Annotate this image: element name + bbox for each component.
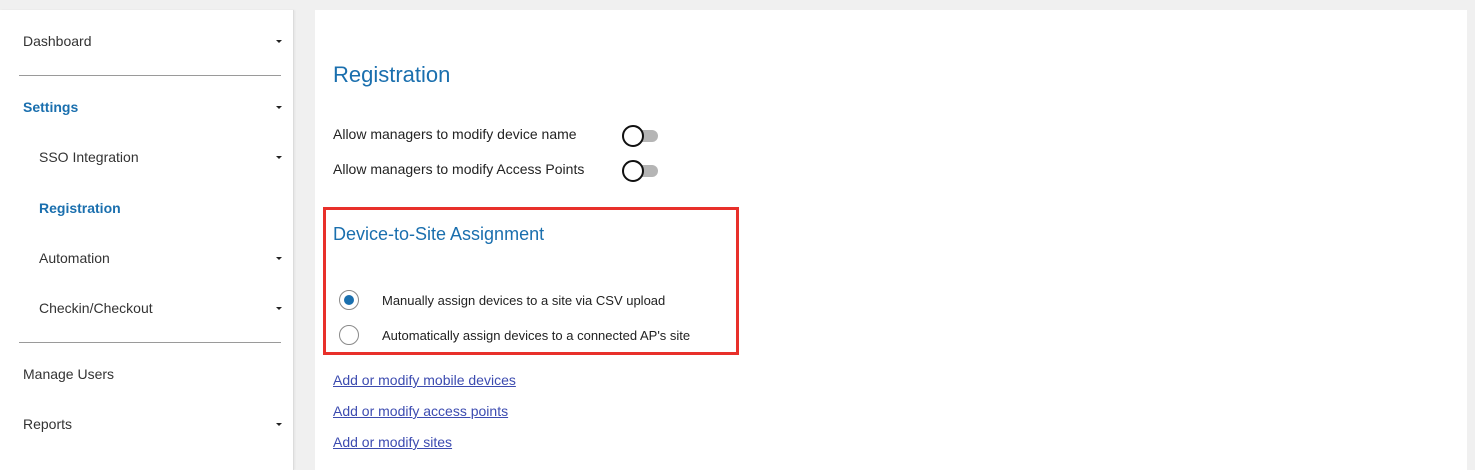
toggle-row-access-points: Allow managers to modify Access Points (333, 158, 584, 180)
section-title: Device-to-Site Assignment (333, 224, 545, 244)
link-mobile-devices[interactable]: Add or modify mobile devices (333, 372, 516, 388)
sidebar-item-dashboard[interactable]: Dashboard (0, 26, 293, 56)
sidebar-divider (19, 75, 281, 76)
sidebar-item-registration[interactable]: Registration (0, 193, 293, 223)
sidebar-item-label: Settings (23, 99, 79, 115)
sidebar-item-automation[interactable]: Automation (0, 243, 293, 273)
caret-down-icon (276, 155, 282, 159)
toggle-label: Allow managers to modify Access Points (333, 161, 585, 177)
radio-button-selected[interactable] (339, 290, 359, 310)
radio-label: Manually assign devices to a site via CS… (382, 292, 666, 308)
sidebar-item-reports[interactable]: Reports (0, 409, 293, 439)
radio-option-manual-csv[interactable]: Manually assign devices to a site via CS… (339, 288, 665, 312)
radio-label: Automatically assign devices to a connec… (382, 327, 691, 343)
caret-down-icon (276, 105, 282, 109)
sidebar-item-label: Automation (39, 250, 110, 266)
sidebar-item-settings[interactable]: Settings (0, 92, 293, 122)
link-access-points[interactable]: Add or modify access points (333, 403, 508, 419)
toggle-label: Allow managers to modify device name (333, 126, 577, 142)
caret-down-icon (276, 422, 282, 426)
sidebar-divider (19, 342, 281, 343)
caret-down-icon (276, 256, 282, 260)
sidebar-item-label: Registration (39, 200, 121, 216)
caret-down-icon (276, 39, 282, 43)
radio-option-auto-ap[interactable]: Automatically assign devices to a connec… (339, 323, 690, 347)
sidebar-item-label: Reports (23, 416, 73, 432)
device-name-toggle[interactable] (622, 125, 658, 147)
link-sites[interactable]: Add or modify sites (333, 434, 452, 450)
sidebar-item-label: Checkin/Checkout (39, 300, 153, 316)
radio-button[interactable] (339, 325, 359, 345)
sidebar-item-manage-users[interactable]: Manage Users (0, 359, 293, 389)
sidebar-item-label: Dashboard (23, 33, 92, 49)
sidebar-item-checkin-checkout[interactable]: Checkin/Checkout (0, 293, 293, 323)
sidebar: Dashboard Settings SSO Integration Regis… (0, 10, 294, 470)
caret-down-icon (276, 306, 282, 310)
sidebar-item-label: SSO Integration (39, 149, 139, 165)
main-content: Registration Allow managers to modify de… (315, 10, 1467, 470)
sidebar-item-label: Manage Users (23, 366, 115, 382)
page-title: Registration (333, 62, 451, 87)
toggle-knob (622, 160, 644, 182)
sidebar-item-sso-integration[interactable]: SSO Integration (0, 142, 293, 172)
access-points-toggle[interactable] (622, 160, 658, 182)
toggle-row-device-name: Allow managers to modify device name (333, 123, 577, 145)
toggle-knob (622, 125, 644, 147)
